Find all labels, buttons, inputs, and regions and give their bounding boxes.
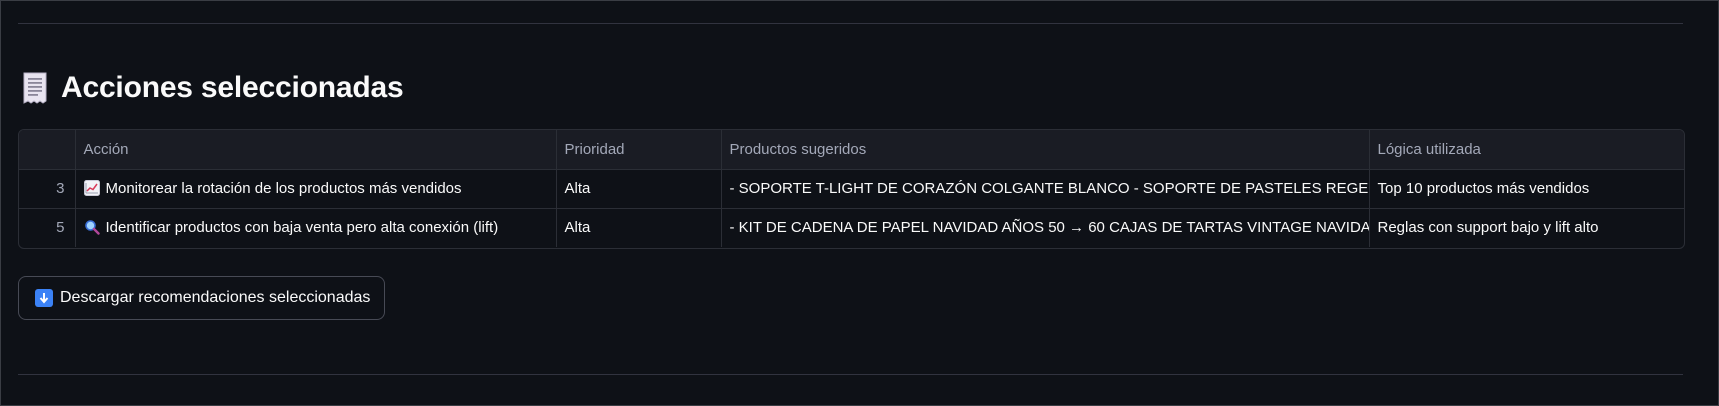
cell-prioridad[interactable]: Alta (556, 208, 722, 247)
top-divider (18, 23, 1683, 24)
magnifying-glass-icon (84, 219, 100, 235)
cell-prioridad[interactable]: Alta (556, 169, 722, 209)
section-title: Acciones seleccionadas (61, 71, 404, 104)
cell-productos[interactable]: - SOPORTE T-LIGHT DE CORAZÓN COLGANTE BL… (721, 169, 1370, 209)
table-row[interactable]: 5 Identificar productos con baja venta p… (19, 208, 1684, 247)
cell-accion[interactable]: Monitorear la rotación de los productos … (75, 169, 557, 209)
cell-accion[interactable]: Identificar productos con baja venta per… (75, 208, 557, 247)
column-header-productos[interactable]: Productos sugeridos (721, 130, 1370, 170)
column-header-index[interactable] (19, 130, 76, 170)
table-row[interactable]: 3 Monitorear la rotación de los producto… (19, 169, 1684, 209)
chart-increasing-icon (83, 180, 100, 196)
selected-actions-table[interactable]: Acción Prioridad Productos sugeridos Lóg… (18, 129, 1685, 249)
column-header-logica[interactable]: Lógica utilizada (1369, 130, 1684, 170)
cell-accion-text: Monitorear la rotación de los productos … (105, 180, 462, 197)
down-arrow-icon (35, 289, 53, 307)
download-recommendations-button[interactable]: Descargar recomendaciones seleccionadas (18, 276, 386, 320)
table-header-row: Acción Prioridad Productos sugeridos Lóg… (19, 130, 1684, 170)
cell-logica[interactable]: Reglas con support bajo y lift alto (1369, 208, 1684, 247)
section-heading: Acciones seleccionadas (21, 71, 404, 105)
column-header-prioridad[interactable]: Prioridad (556, 130, 722, 170)
cell-accion-text: Identificar productos con baja venta per… (105, 219, 499, 237)
download-button-label: Descargar recomendaciones seleccionadas (60, 289, 371, 306)
bottom-divider (18, 374, 1683, 375)
row-index: 3 (19, 169, 76, 209)
row-index: 5 (19, 208, 76, 247)
cell-productos[interactable]: - KIT DE CADENA DE PAPEL NAVIDAD AÑOS 50… (721, 208, 1370, 247)
receipt-icon (21, 71, 49, 105)
cell-logica[interactable]: Top 10 productos más vendidos (1369, 169, 1684, 209)
column-header-accion[interactable]: Acción (75, 130, 557, 170)
